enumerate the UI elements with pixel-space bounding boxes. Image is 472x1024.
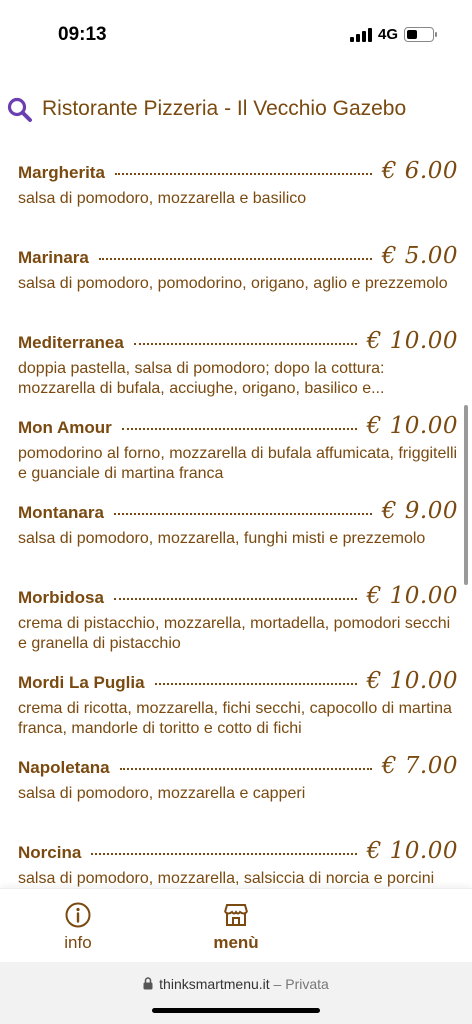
item-price: € 7.00	[381, 753, 458, 779]
menu-item[interactable]: Marinara € 5.00 salsa di pomodoro, pomod…	[18, 243, 458, 328]
status-bar: 09:13 4G	[0, 0, 472, 70]
item-description: crema di pistacchio, mozzarella, mortade…	[18, 615, 451, 652]
nav-menu-button[interactable]: menù	[191, 901, 281, 953]
item-price: € 9.00	[381, 498, 458, 524]
status-time: 09:13	[58, 24, 107, 45]
dot-leader	[98, 258, 372, 260]
item-description: doppia pastella, salsa di pomodoro; dopo…	[18, 360, 385, 397]
menu-item[interactable]: Norcina € 10.00 salsa di pomodoro, mozza…	[18, 838, 458, 888]
browser-bar: thinksmartmenu.it – Privata	[0, 962, 472, 1024]
item-price: € 10.00	[366, 413, 458, 439]
item-description: salsa di pomodoro, mozzarella, funghi mi…	[18, 530, 426, 547]
item-price: € 5.00	[381, 243, 458, 269]
home-indicator[interactable]	[152, 1008, 320, 1013]
item-name: Morbidosa	[18, 588, 104, 607]
dot-leader	[121, 428, 357, 430]
dot-leader	[154, 683, 357, 685]
item-name: Margherita	[18, 163, 105, 182]
item-description: pomodorino al forno, mozzarella di bufal…	[18, 445, 458, 482]
network-type: 4G	[377, 26, 398, 43]
item-description: salsa di pomodoro, pomodorino, origano, …	[18, 275, 448, 292]
item-description: crema di ricotta, mozzarella, fichi secc…	[18, 700, 452, 737]
battery-icon	[404, 27, 437, 42]
signal-icon	[349, 27, 372, 42]
search-icon[interactable]	[6, 96, 34, 124]
nav-menu-label: menù	[213, 933, 259, 952]
menu-item[interactable]: Margherita € 6.00 salsa di pomodoro, moz…	[18, 158, 458, 243]
nav-info-label: info	[64, 933, 92, 952]
menu-item[interactable]: Morbidosa € 10.00 crema di pistacchio, m…	[18, 583, 458, 668]
item-name: Norcina	[18, 843, 82, 862]
item-name: Mordi La Puglia	[18, 673, 145, 692]
bottom-nav: info menù	[0, 888, 472, 962]
menu-item[interactable]: Napoletana € 7.00 salsa di pomodoro, moz…	[18, 753, 458, 838]
item-name: Marinara	[18, 248, 89, 267]
item-name: Montanara	[18, 503, 104, 522]
url-bar[interactable]: thinksmartmenu.it – Privata	[0, 976, 472, 992]
item-name: Mediterranea	[18, 333, 124, 352]
nav-info-button[interactable]: info	[33, 901, 123, 953]
dot-leader	[113, 513, 372, 515]
item-description: salsa di pomodoro, mozzarella e capperi	[18, 785, 306, 802]
scrollbar[interactable]	[464, 405, 468, 585]
item-price: € 6.00	[381, 158, 458, 184]
dot-leader	[119, 768, 372, 770]
menu-list: Margherita € 6.00 salsa di pomodoro, moz…	[18, 158, 458, 888]
menu-item[interactable]: Mordi La Puglia € 10.00 crema di ricotta…	[18, 668, 458, 753]
item-description: salsa di pomodoro, mozzarella e basilico	[18, 190, 307, 207]
dot-leader	[91, 853, 357, 855]
dot-leader	[114, 173, 372, 175]
item-price: € 10.00	[366, 668, 458, 694]
url-separator: –	[269, 976, 286, 992]
item-price: € 10.00	[366, 838, 458, 864]
menu-item[interactable]: Montanara € 9.00 salsa di pomodoro, mozz…	[18, 498, 458, 583]
url-text: thinksmartmenu.it	[159, 976, 270, 992]
item-price: € 10.00	[366, 328, 458, 354]
menu-item[interactable]: Mediterranea € 10.00 doppia pastella, sa…	[18, 328, 458, 413]
info-icon	[65, 902, 91, 928]
status-indicators: 4G	[349, 26, 437, 43]
lock-icon	[143, 977, 153, 990]
item-name: Mon Amour	[18, 418, 112, 437]
item-price: € 10.00	[366, 583, 458, 609]
page-header: Ristorante Pizzeria - Il Vecchio Gazebo	[0, 88, 472, 132]
dot-leader	[133, 343, 357, 345]
item-name: Napoletana	[18, 758, 110, 777]
dot-leader	[113, 598, 357, 600]
privacy-label: Privata	[285, 976, 329, 992]
restaurant-title: Ristorante Pizzeria - Il Vecchio Gazebo	[42, 97, 407, 120]
menu-item[interactable]: Mon Amour € 10.00 pomodorino al forno, m…	[18, 413, 458, 498]
store-icon	[224, 904, 248, 926]
item-description: salsa di pomodoro, mozzarella, salsiccia…	[18, 870, 435, 887]
